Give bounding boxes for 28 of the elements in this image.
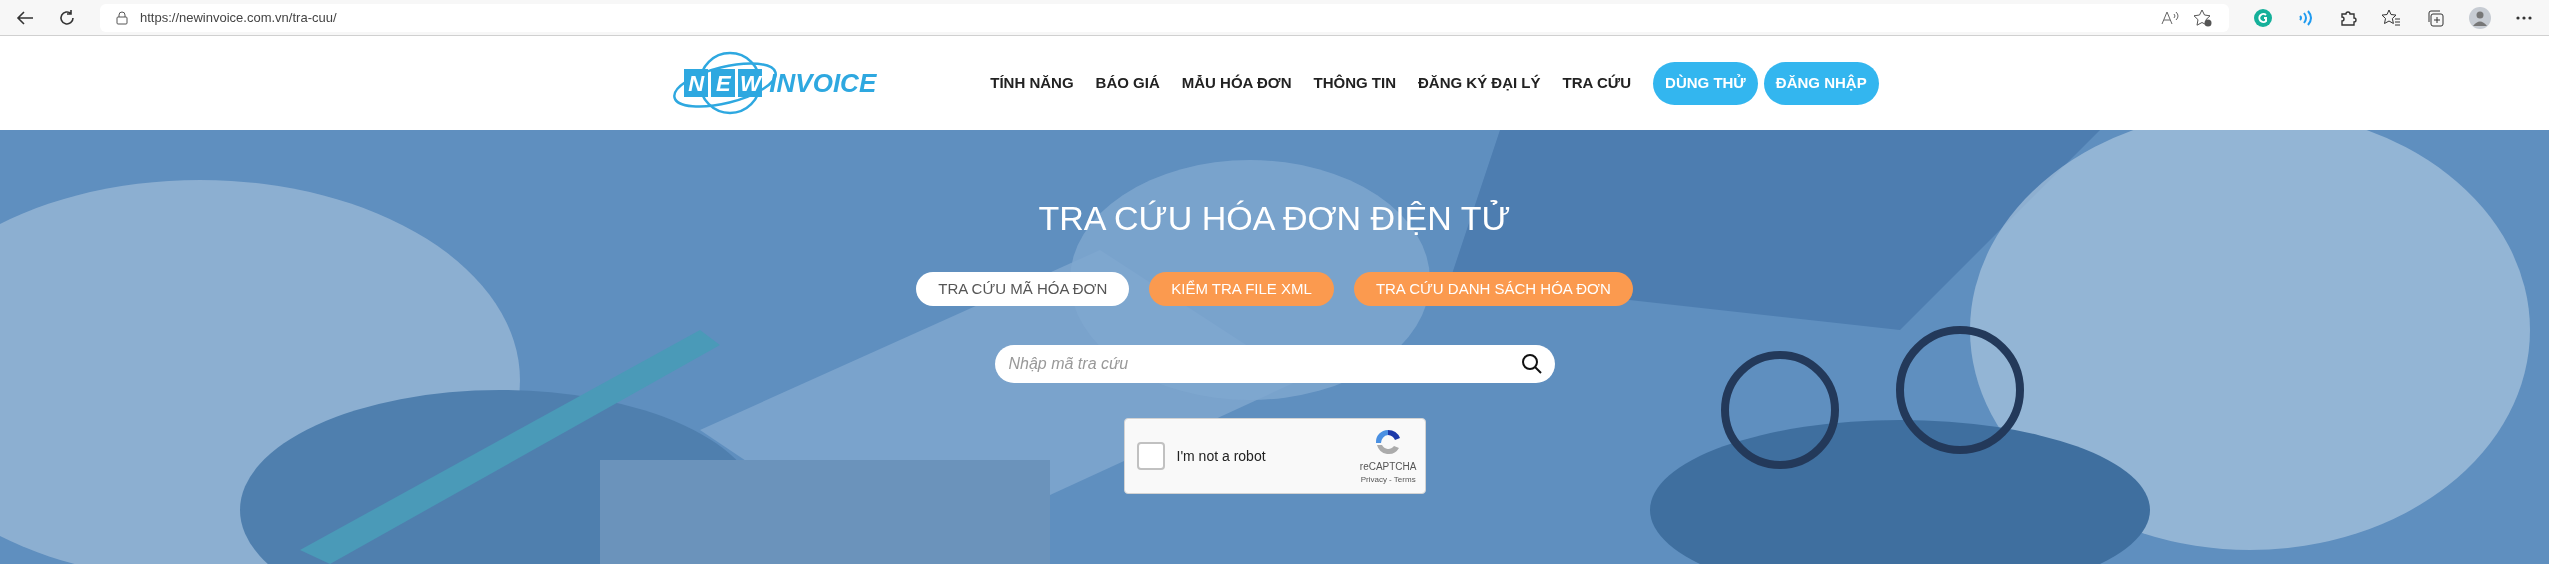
- favorites-icon[interactable]: [2381, 8, 2401, 27]
- collections-icon[interactable]: [2425, 8, 2445, 27]
- nav-link[interactable]: MẪU HÓA ĐƠN: [1181, 71, 1292, 95]
- read-aloud-icon[interactable]: [2161, 9, 2181, 26]
- more-icon[interactable]: [2515, 14, 2533, 21]
- search-icon[interactable]: [1520, 353, 1543, 375]
- url-text: https://newinvoice.com.vn/tra-cuu/: [140, 8, 337, 27]
- nav-link[interactable]: ĐĂNG KÝ ĐẠI LÝ: [1417, 71, 1541, 95]
- captcha-label: I'm not a robot: [1176, 446, 1267, 466]
- nav-link[interactable]: TRA CỨU: [1562, 71, 1632, 95]
- address-bar[interactable]: https://newinvoice.com.vn/tra-cuu/: [100, 3, 2229, 32]
- search-tab[interactable]: TRA CỨU MÃ HÓA ĐƠN: [916, 272, 1130, 306]
- extension-icon[interactable]: [2253, 7, 2273, 28]
- page-title: TRA CỨU HÓA ĐƠN ĐIỆN TỬ: [1038, 198, 1511, 239]
- recaptcha-brand: reCAPTCHA: [1359, 459, 1417, 474]
- nav-link[interactable]: BÁO GIÁ: [1095, 71, 1160, 95]
- signal-icon[interactable]: [2297, 9, 2315, 26]
- puzzle-icon[interactable]: [2339, 8, 2357, 27]
- privacy-terms-links[interactable]: Privacy - Terms: [1360, 473, 1416, 486]
- profile-avatar-icon[interactable]: [2469, 6, 2491, 29]
- star-add-icon[interactable]: [2193, 8, 2213, 27]
- search-field[interactable]: Nhập mã tra cứu: [994, 345, 1555, 383]
- nav-link[interactable]: TÍNH NĂNG: [990, 71, 1074, 95]
- lock-icon: [116, 10, 128, 25]
- reload-icon[interactable]: [58, 8, 76, 27]
- back-icon[interactable]: [16, 9, 34, 26]
- captcha-checkbox[interactable]: [1136, 442, 1165, 470]
- nav-link[interactable]: THÔNG TIN: [1313, 71, 1396, 95]
